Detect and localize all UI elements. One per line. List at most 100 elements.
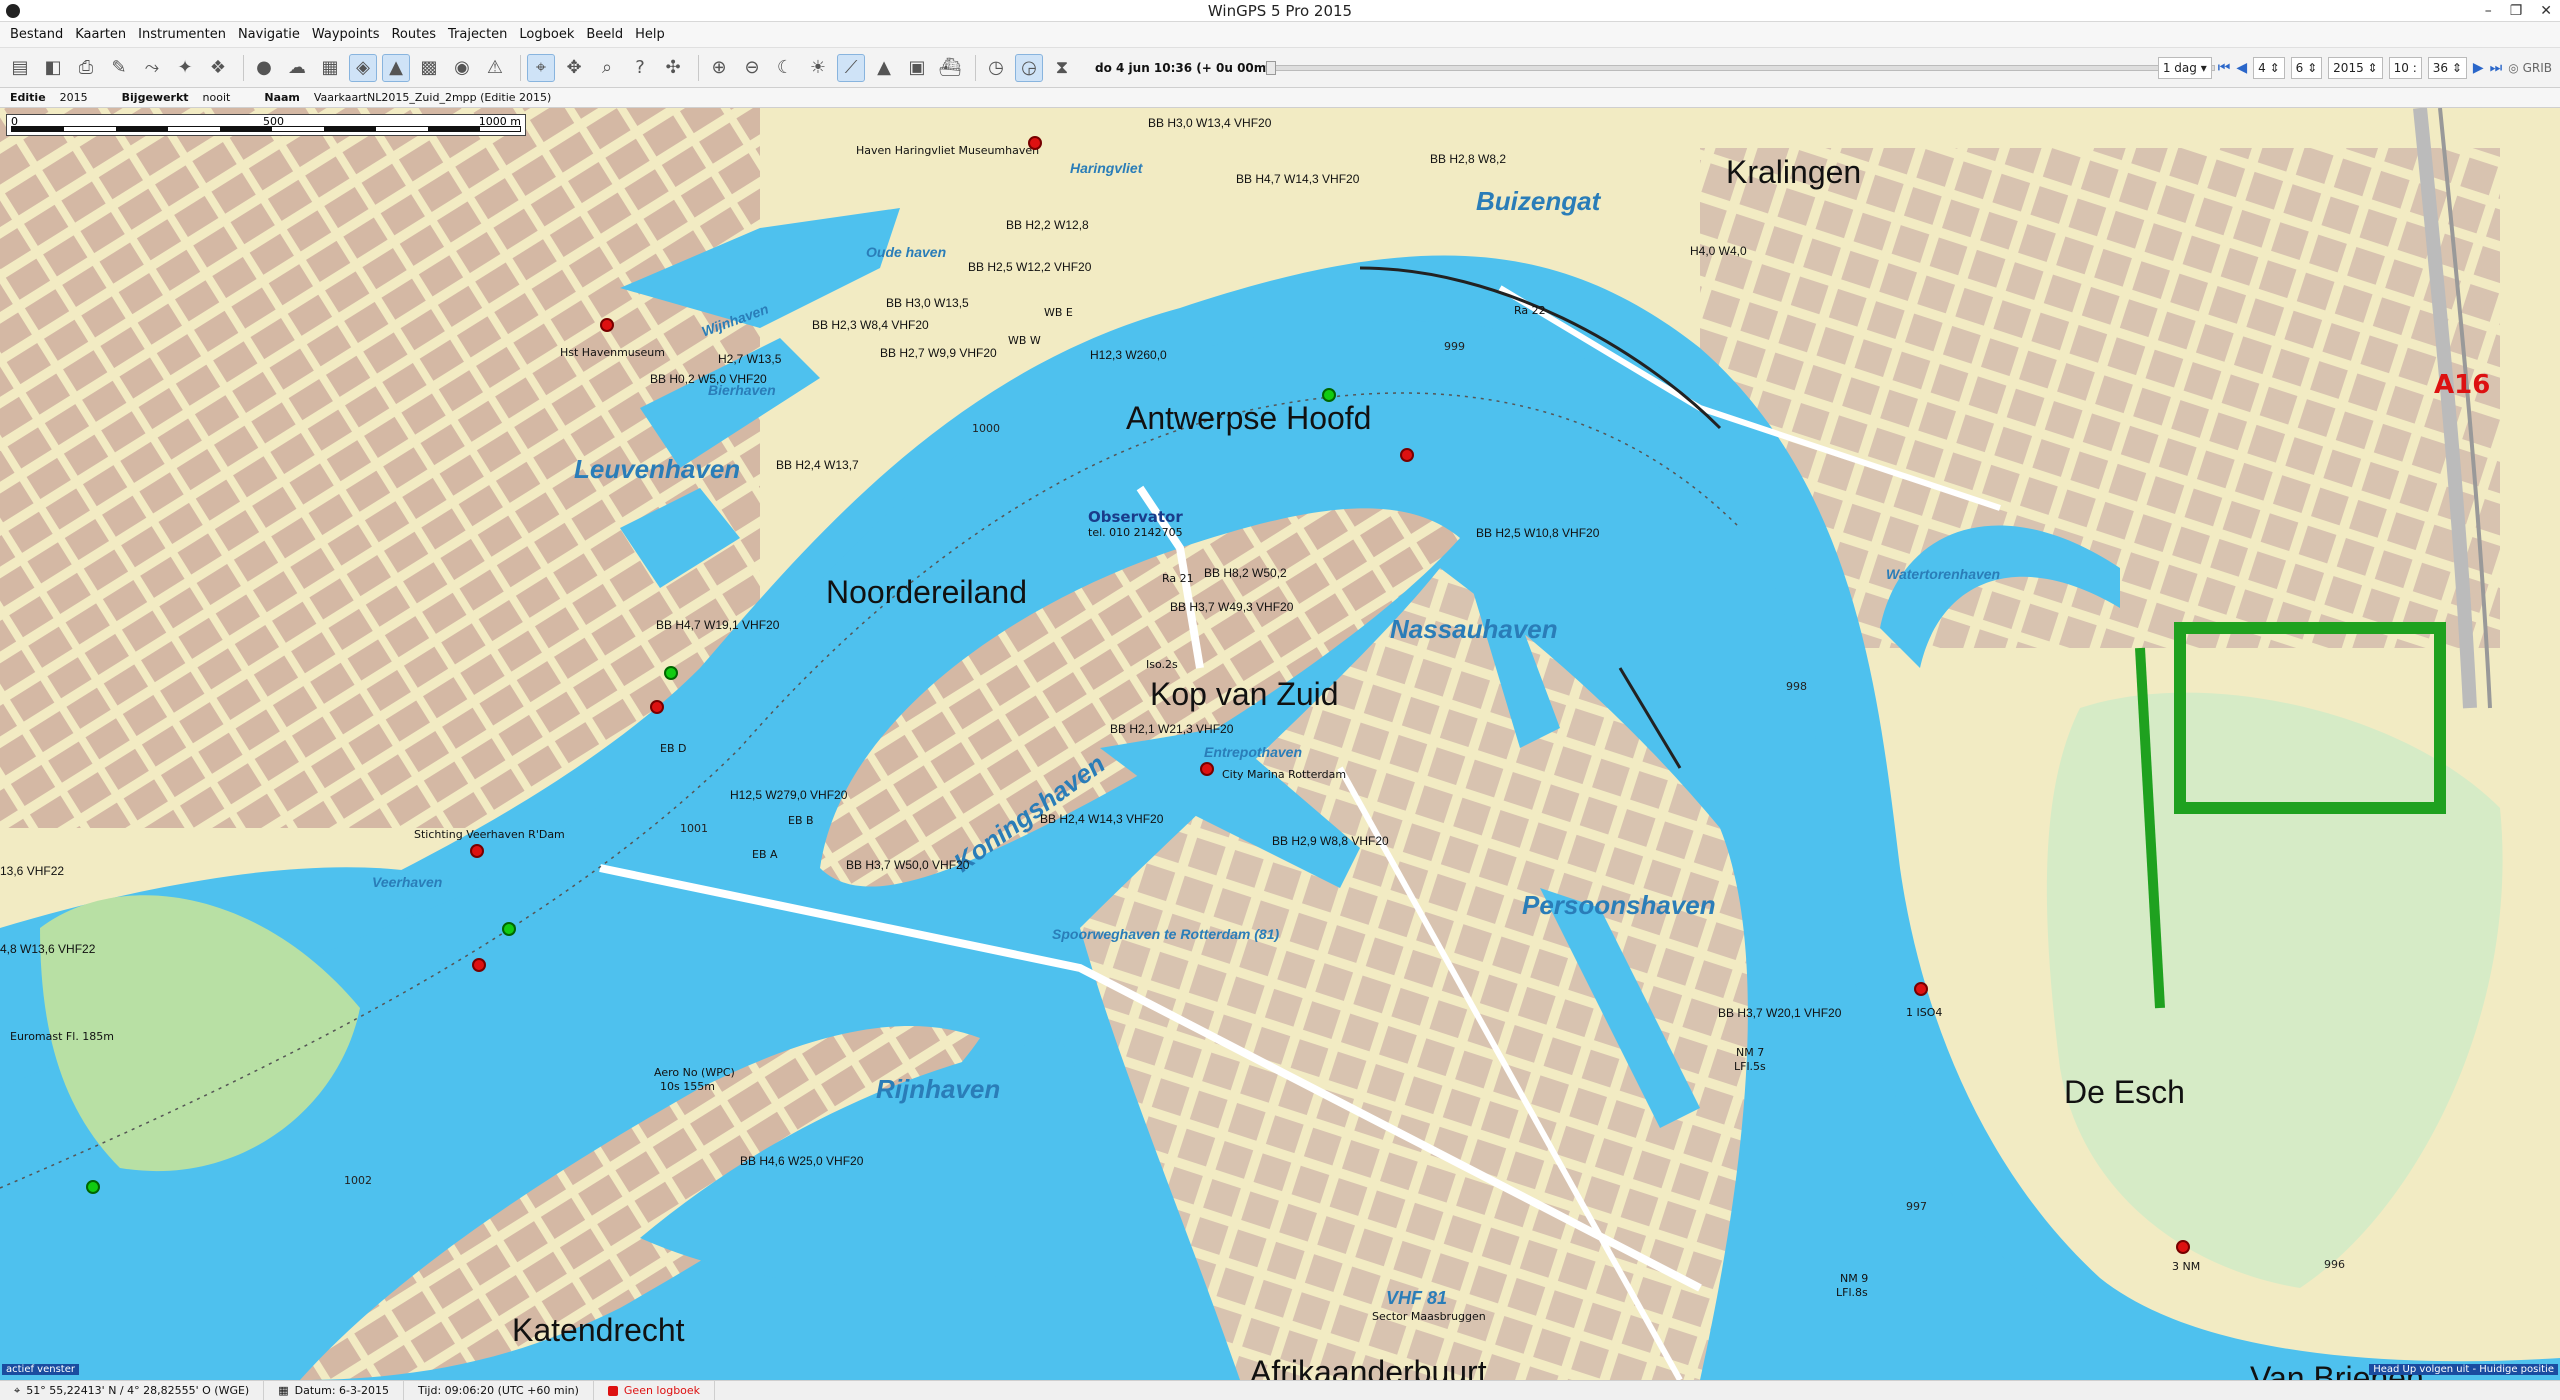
poi-label[interactable]: Hst Havenmuseum	[560, 346, 665, 359]
menu-waypoints[interactable]: Waypoints	[306, 27, 386, 42]
status-logbook[interactable]: Geen logboek	[594, 1380, 716, 1400]
bridge-label[interactable]: BB H3,7 W50,0 VHF20	[846, 858, 969, 872]
poi-label[interactable]: NM 9	[1840, 1272, 1868, 1285]
red-buoy-icon[interactable]	[1028, 136, 1042, 150]
bridge-label[interactable]: BB H2,9 W8,8 VHF20	[1272, 834, 1389, 848]
print-icon[interactable]: ⎙	[72, 54, 100, 82]
bridge-label[interactable]: BB H2,4 W14,3 VHF20	[1040, 812, 1163, 826]
measure-icon[interactable]: ⟋	[837, 53, 865, 82]
poi-label[interactable]: EB B	[788, 814, 814, 827]
last-step-icon[interactable]: ⏭	[2490, 60, 2503, 76]
menu-logboek[interactable]: Logboek	[513, 27, 580, 42]
bridge-label[interactable]: 4,8 W13,6 VHF22	[0, 942, 95, 956]
zoom-icon[interactable]: ⌕	[593, 54, 621, 82]
weather-icon[interactable]: ☁	[283, 54, 311, 82]
help-icon[interactable]: ?	[626, 54, 654, 82]
gps-position-icon[interactable]: ⌖	[527, 53, 555, 82]
ais-icon[interactable]: ◉	[448, 54, 476, 82]
green-buoy-icon[interactable]	[86, 1180, 100, 1194]
graph-icon[interactable]: ▲	[870, 54, 898, 82]
move-icon[interactable]: ✥	[560, 54, 588, 82]
bridge-label[interactable]: BB H3,0 W13,5	[886, 296, 969, 310]
ship-icon[interactable]: ⛴	[936, 54, 964, 82]
red-buoy-icon[interactable]	[600, 318, 614, 332]
night-mode-icon[interactable]: ☾	[771, 54, 799, 82]
poi-label[interactable]: tel. 010 2142705	[1088, 526, 1183, 539]
waypoint-icon[interactable]: ✎	[105, 54, 133, 82]
prev-step-icon[interactable]: ◀	[2236, 60, 2247, 76]
clock-icon[interactable]: ◷	[982, 54, 1010, 82]
bridge-label[interactable]: BB H2,4 W13,7	[776, 458, 859, 472]
bridge-label[interactable]: BB H4,6 W25,0 VHF20	[740, 1154, 863, 1168]
chart-open-icon[interactable]: ▤	[6, 54, 34, 82]
bridge-label[interactable]: 13,6 VHF22	[0, 864, 64, 878]
bridge-label[interactable]: BB H2,5 W12,2 VHF20	[968, 260, 1091, 274]
month-stepper[interactable]: 6 ⇕	[2290, 57, 2323, 79]
course-up-icon[interactable]: ▲	[382, 53, 410, 82]
green-buoy-icon[interactable]	[1322, 388, 1336, 402]
minimize-icon[interactable]: –	[2485, 3, 2492, 19]
red-buoy-icon[interactable]	[650, 700, 664, 714]
red-buoy-icon[interactable]	[2176, 1240, 2190, 1254]
poi-label[interactable]: Aero No (WPC)	[654, 1066, 735, 1079]
bridge-label[interactable]: BB H2,2 W12,8	[1006, 218, 1089, 232]
bridge-label[interactable]: H12,5 W279,0 VHF20	[730, 788, 847, 802]
poi-label[interactable]: City Marina Rotterdam	[1222, 768, 1346, 781]
poi-label[interactable]: Ra 21	[1162, 572, 1194, 585]
red-buoy-icon[interactable]	[472, 958, 486, 972]
menu-routes[interactable]: Routes	[385, 27, 442, 42]
poi-label[interactable]: LFl.5s	[1734, 1060, 1766, 1073]
poi-label[interactable]: Stichting Veerhaven R'Dam	[414, 828, 565, 841]
red-buoy-icon[interactable]	[1400, 448, 1414, 462]
minute-stepper[interactable]: 36 ⇕	[2427, 57, 2467, 79]
red-buoy-icon[interactable]	[470, 844, 484, 858]
next-step-icon[interactable]: ▶	[2473, 60, 2484, 76]
bridge-label[interactable]: BB H4,7 W14,3 VHF20	[1236, 172, 1359, 186]
menu-kaarten[interactable]: Kaarten	[69, 27, 132, 42]
bridge-label[interactable]: BB H2,7 W9,9 VHF20	[880, 346, 997, 360]
globe-icon[interactable]: ●	[250, 54, 278, 82]
day-stepper[interactable]: 4 ⇕	[2253, 57, 2285, 79]
poi-label[interactable]: WB E	[1044, 306, 1073, 319]
year-stepper[interactable]: 2015 ⇕	[2328, 57, 2383, 79]
poi-label[interactable]: 10s 155m	[660, 1080, 715, 1093]
poi-label[interactable]: Iso.2s	[1146, 658, 1178, 671]
poi-label[interactable]: NM 7	[1736, 1046, 1764, 1059]
menu-navigatie[interactable]: Navigatie	[232, 27, 306, 42]
bridge-label[interactable]: H4,0 W4,0	[1690, 244, 1747, 258]
grib-button[interactable]: ◎ GRIB	[2508, 61, 2552, 75]
bridge-label[interactable]: BB H4,7 W19,1 VHF20	[656, 618, 779, 632]
poi-label[interactable]: Haven Haringvliet Museumhaven	[856, 144, 1039, 157]
zoom-out-icon[interactable]: ⊖	[738, 54, 766, 82]
interval-select[interactable]: 1 dag ▾	[2157, 57, 2212, 79]
poi-label[interactable]: 3 NM	[2172, 1260, 2200, 1273]
menu-bestand[interactable]: Bestand	[4, 27, 69, 42]
chart-view-icon[interactable]: ▦	[316, 54, 344, 82]
bridge-label[interactable]: H12,3 W260,0	[1090, 348, 1167, 362]
route-icon[interactable]: ⤳	[138, 54, 166, 82]
bridge-label[interactable]: BB H3,7 W49,3 VHF20	[1170, 600, 1293, 614]
bridge-label[interactable]: BB H2,5 W10,8 VHF20	[1476, 526, 1599, 540]
bridge-label[interactable]: BB H2,8 W8,2	[1430, 152, 1506, 166]
bridge-label[interactable]: BB H8,2 W50,2	[1204, 566, 1287, 580]
poi-label[interactable]: Ra 22	[1514, 304, 1546, 317]
bridge-label[interactable]: BB H3,7 W20,1 VHF20	[1718, 1006, 1841, 1020]
poi-label[interactable]: Euromast Fl. 185m	[10, 1030, 114, 1043]
poi-label[interactable]: EB A	[752, 848, 778, 861]
poi-label[interactable]: WB W	[1008, 334, 1041, 347]
maximize-icon[interactable]: ❐	[2510, 3, 2523, 19]
green-buoy-icon[interactable]	[664, 666, 678, 680]
stopwatch-icon[interactable]: ⧗	[1048, 54, 1076, 82]
bridge-label[interactable]: BB H3,0 W13,4 VHF20	[1148, 116, 1271, 130]
menu-trajecten[interactable]: Trajecten	[442, 27, 513, 42]
poi-label[interactable]: EB D	[660, 742, 686, 755]
poi-label[interactable]: LFl.8s	[1836, 1286, 1868, 1299]
bridge-label[interactable]: BB H2,3 W8,4 VHF20	[812, 318, 929, 332]
first-step-icon[interactable]: ⏮	[2218, 60, 2231, 76]
instrument-icon[interactable]: ◧	[39, 54, 67, 82]
bridge-label[interactable]: BB H2,1 W21,3 VHF20	[1110, 722, 1233, 736]
time-slider-thumb[interactable]	[1266, 60, 1276, 75]
track-icon[interactable]: ✦	[171, 54, 199, 82]
green-buoy-icon[interactable]	[502, 922, 516, 936]
pan-icon[interactable]: ✣	[659, 54, 687, 82]
